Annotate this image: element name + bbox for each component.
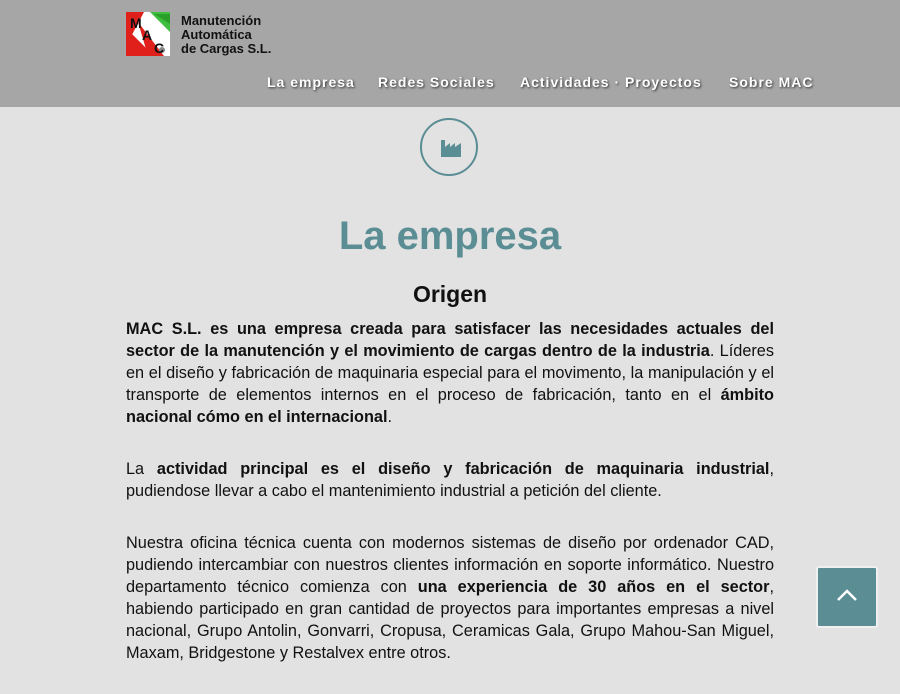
logo-line-3: de Cargas S.L. <box>181 41 272 56</box>
nav-item-la-empresa[interactable]: La empresa <box>267 74 355 90</box>
logo-wordmark: Manutención Automática de Cargas S.L. <box>181 14 271 56</box>
paragraph-text: La <box>126 460 157 478</box>
factory-icon <box>441 140 461 157</box>
company-logo[interactable]: M A C Manutención Automática de Cargas S… <box>124 10 284 60</box>
paragraph-bold-text: actividad principal es el diseño y fabri… <box>156 460 770 478</box>
paragraph-bold-text: una experiencia de 30 años en el sector <box>417 578 770 596</box>
paragraph-origin: MAC S.L. es una empresa creada para sati… <box>126 318 774 428</box>
nav-item-redes-sociales[interactable]: Redes Sociales <box>378 74 495 90</box>
main-content: MAC S.L. es una empresa creada para sati… <box>126 318 774 694</box>
section-subtitle: Origen <box>412 281 488 307</box>
scroll-to-top-button[interactable] <box>816 566 878 628</box>
mac-logo-mark: M A C <box>126 12 170 56</box>
logo-letter-c: C <box>154 40 164 56</box>
logo-line-1: Manutención <box>181 13 262 28</box>
main-nav: La empresa Redes Sociales Actividades · … <box>0 74 900 92</box>
paragraph-text: . <box>387 408 393 426</box>
site-header: M A C Manutención Automática de Cargas S… <box>0 0 900 107</box>
paragraph-technical-office: Nuestra oficina técnica cuenta con moder… <box>126 532 774 664</box>
logo-letter-m: M <box>130 15 142 31</box>
logo-line-2: Automática <box>181 27 252 42</box>
nav-item-actividades-proyectos[interactable]: Actividades · Proyectos <box>520 74 702 90</box>
nav-item-sobre-mac[interactable]: Sobre MAC <box>729 74 813 90</box>
chevron-up-icon <box>837 589 857 601</box>
paragraph-bold-text: MAC S.L. es una empresa creada para sati… <box>126 320 774 360</box>
logo-letter-a: A <box>142 27 152 43</box>
paragraph-activity: La actividad principal es el diseño y fa… <box>126 458 774 502</box>
page-title: La empresa <box>338 214 562 258</box>
section-icon-circle <box>420 118 478 176</box>
